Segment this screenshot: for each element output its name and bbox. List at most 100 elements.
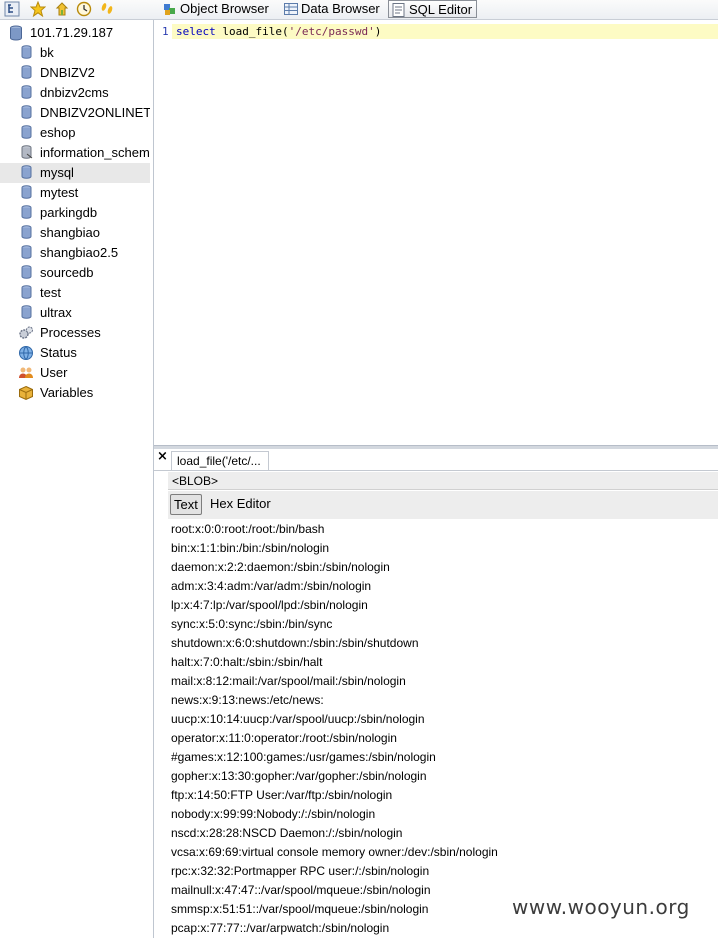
object-browser-icon — [164, 4, 175, 15]
tree-item-database[interactable]: shangbiao2.5 — [0, 243, 150, 263]
tree-item-database[interactable]: eshop — [0, 123, 150, 143]
tree-item-label: mytest — [40, 185, 79, 200]
tree-item-label: shangbiao2.5 — [40, 245, 119, 260]
tree-item-database[interactable]: bk — [0, 43, 150, 63]
text-line: sync:x:5:0:sync:/sbin:/bin/sync — [171, 617, 333, 631]
text-line: adm:x:3:4:adm:/var/adm:/sbin/nologin — [171, 579, 372, 593]
tree-item-server-label: 101.71.29.187 — [30, 25, 114, 40]
processes-gear-icon — [18, 325, 34, 343]
database-icon — [21, 285, 32, 303]
text-line: #games:x:12:100:games:/usr/games:/sbin/n… — [171, 750, 436, 764]
tree-item-database[interactable]: DNBIZV2ONLINETE — [0, 103, 150, 123]
tree-item-server[interactable]: 101.71.29.187 — [0, 23, 150, 43]
tree-item-label: parkingdb — [40, 205, 98, 220]
sql-keyword: select — [176, 25, 216, 38]
tab-data-browser[interactable]: Data Browser — [281, 0, 380, 18]
watermark-text: www.wooyun.org — [512, 895, 690, 919]
database-icon — [21, 265, 32, 283]
text-line: uucp:x:10:14:uucp:/var/spool/uucp:/sbin/… — [171, 712, 425, 726]
database-icon — [21, 85, 32, 103]
tree-item-label: User — [40, 365, 68, 380]
sql-editor-icon — [392, 3, 405, 17]
history-clock-icon[interactable] — [76, 1, 92, 17]
database-icon — [21, 165, 32, 183]
bookmark-icon[interactable] — [54, 1, 70, 17]
tree-item-database[interactable]: DNBIZV2 — [0, 63, 150, 83]
tree-item-label: shangbiao — [40, 225, 100, 240]
tree-item-database[interactable]: parkingdb — [0, 203, 150, 223]
result-tab-divider — [154, 470, 718, 471]
text-line: daemon:x:2:2:daemon:/sbin:/sbin/nologin — [171, 560, 390, 574]
database-icon — [21, 225, 32, 243]
text-line: smmsp:x:51:51::/var/spool/mqueue:/sbin/n… — [171, 902, 429, 916]
database-icon — [21, 65, 32, 83]
blob-text-content[interactable]: root:x:0:0:root:/root:/bin/bash bin:x:1:1… — [168, 520, 718, 938]
data-browser-icon — [284, 3, 298, 15]
tree-item-processes[interactable]: Processes — [0, 323, 150, 343]
schema-database-icon — [21, 145, 33, 163]
tree-item-label: Status — [40, 345, 77, 360]
database-icon — [21, 205, 32, 223]
tree-item-label: dnbizv2cms — [40, 85, 109, 100]
text-line: gopher:x:13:30:gopher:/var/gopher:/sbin/… — [171, 769, 427, 783]
main-toolbar: Object Browser Data Browser SQL Editor — [0, 0, 718, 20]
footsteps-icon[interactable] — [99, 1, 115, 17]
text-line: lp:x:4:7:lp:/var/spool/lpd:/sbin/nologin — [171, 598, 368, 612]
tree-icon[interactable] — [4, 1, 20, 17]
tree-item-database[interactable]: mytest — [0, 183, 150, 203]
tree-item-database[interactable]: mysql — [0, 163, 150, 183]
text-line: operator:x:11:0:operator:/root:/sbin/nol… — [171, 731, 397, 745]
text-view-button[interactable]: Text — [170, 494, 202, 515]
sql-function: load_file( — [222, 25, 289, 38]
text-line: mail:x:8:12:mail:/var/spool/mail:/sbin/n… — [171, 674, 406, 688]
database-icon — [21, 105, 32, 123]
database-icon — [21, 245, 32, 263]
text-line: pcap:x:77:77::/var/arpwatch:/sbin/nologi… — [171, 921, 390, 935]
text-line: halt:x:7:0:halt:/sbin:/sbin/halt — [171, 655, 323, 669]
tab-data-browser-label: Data Browser — [301, 1, 380, 16]
tree-item-variables[interactable]: Variables — [0, 383, 150, 403]
tree-item-database[interactable]: shangbiao — [0, 223, 150, 243]
tree-item-database[interactable]: information_schema — [0, 143, 150, 163]
tree-item-status[interactable]: Status — [0, 343, 150, 363]
sql-code-line[interactable]: select load_file('/etc/passwd') — [176, 25, 381, 38]
sql-string: '/etc/passwd' — [288, 25, 375, 38]
tree-item-database[interactable]: ultrax — [0, 303, 150, 323]
database-icon — [21, 125, 32, 143]
text-line: mailnull:x:47:47::/var/spool/mqueue:/sbi… — [171, 883, 431, 897]
tree-item-label: DNBIZV2 — [40, 65, 95, 80]
text-line: vcsa:x:69:69:virtual console memory owne… — [171, 845, 498, 859]
text-line: rpc:x:32:32:Portmapper RPC user:/:/sbin/… — [171, 864, 430, 878]
text-line: news:x:9:13:news:/etc/news: — [171, 693, 324, 707]
tree-item-label: information_schema — [40, 145, 150, 160]
result-panel: × load_file('/etc/... <BLOB> Text Hex Ed… — [154, 449, 718, 938]
close-result-icon[interactable]: × — [157, 449, 168, 464]
tab-object-browser[interactable]: Object Browser — [160, 0, 269, 18]
tree-item-label: Variables — [40, 385, 94, 400]
tree-item-label: mysql — [40, 165, 74, 180]
text-line: shutdown:x:6:0:shutdown:/sbin:/sbin/shut… — [171, 636, 419, 650]
tree-item-label: test — [40, 285, 61, 300]
text-line: nobody:x:99:99:Nobody:/:/sbin/nologin — [171, 807, 376, 821]
object-tree: 101.71.29.187 bk DNBIZV2 dnbizv2cms DNBIZV2… — [0, 20, 154, 938]
tree-item-database[interactable]: dnbizv2cms — [0, 83, 150, 103]
blob-label: <BLOB> — [172, 474, 219, 488]
tree-item-database[interactable]: test — [0, 283, 150, 303]
text-line: bin:x:1:1:bin:/bin:/sbin/nologin — [171, 541, 330, 555]
hex-editor-button[interactable]: Hex Editor — [207, 494, 274, 515]
sql-editor[interactable]: 1 select load_file('/etc/passwd') — [154, 20, 718, 445]
database-icon — [21, 45, 32, 63]
result-tab[interactable]: load_file('/etc/... — [171, 451, 269, 470]
tab-sql-editor[interactable]: SQL Editor — [388, 0, 478, 18]
tree-item-database[interactable]: sourcedb — [0, 263, 150, 283]
view-mode-bar: Text Hex Editor — [168, 491, 718, 519]
tree-item-label: sourcedb — [40, 265, 94, 280]
line-number-gutter: 1 — [154, 20, 172, 445]
text-line: root:x:0:0:root:/root:/bin/bash — [171, 522, 325, 536]
favorites-star-icon[interactable] — [29, 0, 47, 18]
tree-item-user[interactable]: User — [0, 363, 150, 383]
variables-box-icon — [18, 385, 34, 403]
blob-header: <BLOB> — [168, 472, 718, 490]
tab-object-browser-label: Object Browser — [180, 1, 269, 16]
tree-item-label: bk — [40, 45, 54, 60]
